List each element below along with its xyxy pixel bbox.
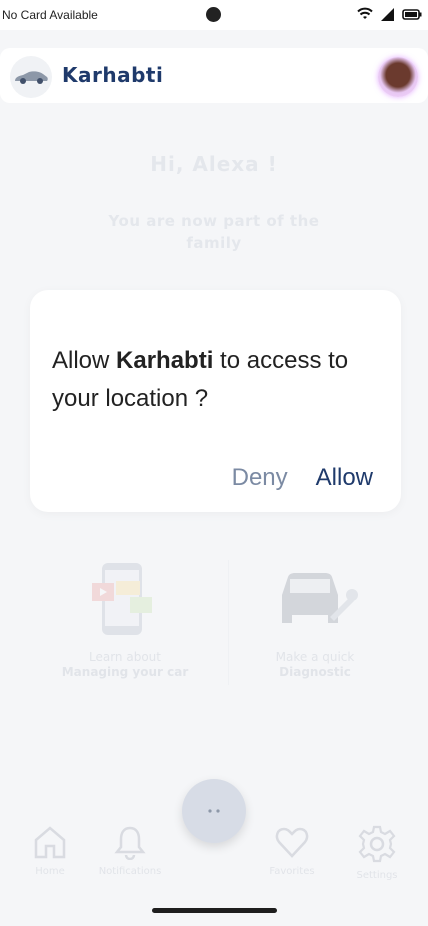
battery-icon bbox=[402, 8, 422, 20]
phone-video-icon bbox=[92, 563, 152, 635]
gear-icon bbox=[358, 825, 396, 863]
dialog-app-name: Karhabti bbox=[116, 347, 214, 374]
heart-icon bbox=[275, 827, 309, 858]
tile-diagnostic-line1: Make a quick bbox=[275, 650, 355, 664]
profile-avatar[interactable] bbox=[378, 57, 418, 97]
car-wrench-icon bbox=[282, 573, 358, 623]
app-bar: Karhabti bbox=[0, 48, 428, 103]
feature-tiles: Learn about Managing your car Make a qui… bbox=[40, 560, 390, 690]
app-logo bbox=[10, 56, 52, 98]
wifi-icon bbox=[357, 7, 373, 19]
dots-icon bbox=[208, 809, 220, 813]
nav-notifications[interactable]: Notifications bbox=[90, 824, 170, 877]
tile-divider bbox=[228, 560, 229, 685]
deny-button[interactable]: Deny bbox=[232, 464, 288, 492]
allow-button[interactable]: Allow bbox=[316, 464, 373, 492]
tile-manage-car-line1: Learn about bbox=[89, 650, 161, 664]
home-indicator[interactable] bbox=[152, 908, 277, 913]
dialog-prefix: Allow bbox=[52, 347, 117, 374]
center-fab[interactable] bbox=[182, 779, 246, 843]
tile-diagnostic[interactable]: Make a quick Diagnostic bbox=[230, 560, 400, 679]
nav-settings-label: Settings bbox=[356, 870, 398, 881]
car-icon bbox=[15, 71, 48, 84]
nav-home-label: Home bbox=[35, 866, 65, 877]
app-title: Karhabti bbox=[62, 63, 164, 87]
nav-favorites[interactable]: Favorites bbox=[252, 824, 332, 877]
tile-manage-car-line2: Managing your car bbox=[61, 665, 189, 679]
bell-icon bbox=[114, 826, 146, 861]
nav-favorites-label: Favorites bbox=[269, 866, 315, 877]
camera-cutout bbox=[206, 7, 221, 22]
carrier-text: No Card Available bbox=[2, 8, 98, 22]
dialog-actions: Deny Allow bbox=[232, 464, 373, 492]
system-icons bbox=[357, 7, 422, 21]
nav-home[interactable]: Home bbox=[10, 824, 90, 877]
status-bar: No Card Available bbox=[0, 0, 428, 30]
signal-icon bbox=[381, 7, 394, 21]
home-icon bbox=[34, 826, 66, 859]
tile-manage-car[interactable]: Learn about Managing your car bbox=[40, 560, 210, 679]
location-permission-dialog: Allow Karhabti to access to your locatio… bbox=[30, 290, 401, 512]
dialog-message: Allow Karhabti to access to your locatio… bbox=[52, 342, 382, 418]
subtitle-text: You are now part of the family bbox=[108, 212, 320, 252]
greeting-text: Hi, Alexa ! bbox=[150, 152, 278, 176]
nav-notifications-label: Notifications bbox=[98, 866, 162, 877]
tile-diagnostic-line2: Diagnostic bbox=[279, 665, 351, 679]
nav-settings[interactable]: Settings bbox=[337, 824, 417, 881]
